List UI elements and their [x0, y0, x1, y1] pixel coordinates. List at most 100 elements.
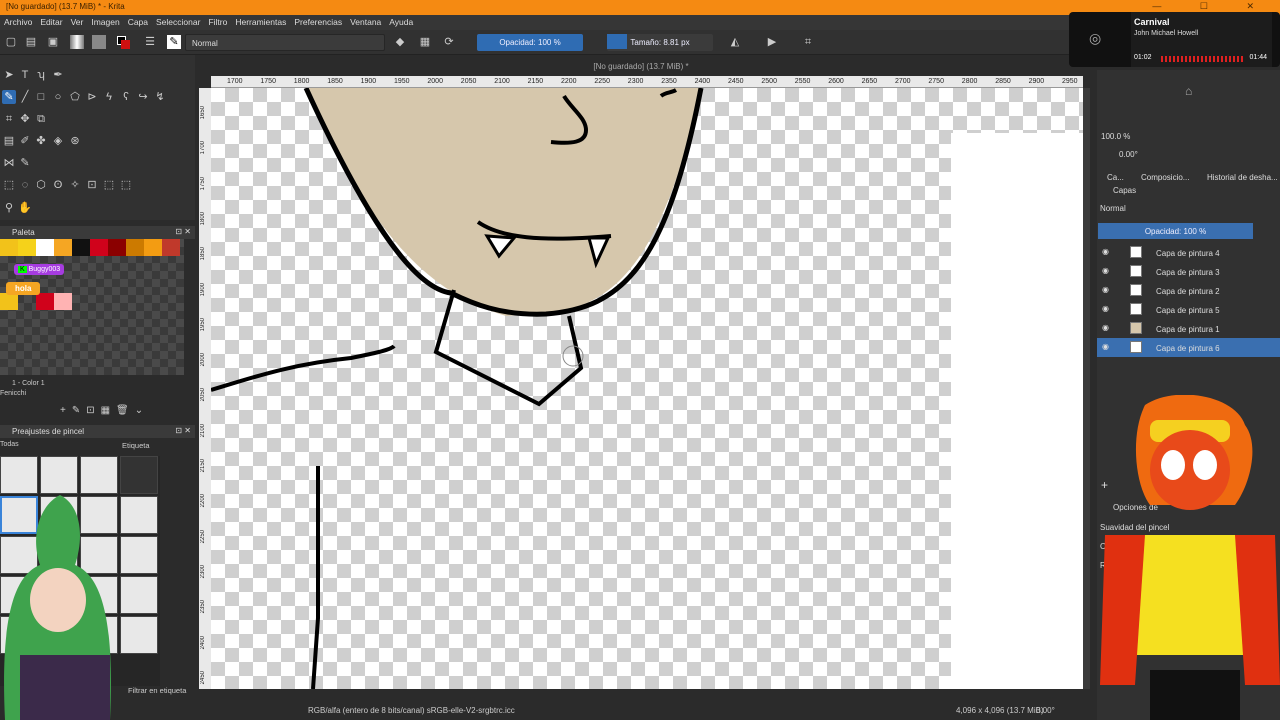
swatch-10[interactable] — [36, 293, 54, 310]
freehand-path-icon[interactable]: ʕ — [119, 90, 133, 104]
layer-row[interactable]: ◉ Capa de pintura 3 — [1097, 262, 1280, 281]
contiguous-select-icon[interactable]: ✧ — [68, 178, 82, 192]
calligraphy-icon[interactable]: ✒ — [51, 68, 65, 82]
vertical-scrollbar[interactable] — [1083, 88, 1090, 689]
menu-seleccionar[interactable]: Seleccionar — [152, 15, 204, 27]
document-tab[interactable]: [No guardado] (13.7 MiB) * — [196, 58, 1086, 76]
edit-shapes-icon[interactable]: ʮ — [34, 68, 48, 82]
menu-editar[interactable]: Editar — [36, 15, 66, 27]
zoom-value[interactable]: 100.0 % — [1101, 132, 1130, 141]
menu-herramientas[interactable]: Herramientas — [231, 15, 290, 27]
brush-preset[interactable] — [120, 456, 158, 494]
swatch-2[interactable] — [36, 239, 54, 256]
freehand-select-icon[interactable]: ʘ — [51, 178, 65, 192]
select-shapes-icon[interactable]: ➤ — [2, 68, 16, 82]
brush-preset[interactable] — [120, 576, 158, 614]
swatch-3[interactable] — [54, 239, 72, 256]
pan-tool-icon[interactable]: ✋ — [18, 201, 32, 215]
tag-filter-select[interactable]: Todas — [0, 441, 108, 452]
polygon-select-icon[interactable]: ⬡ — [34, 178, 48, 192]
menu-capa[interactable]: Capa — [124, 15, 152, 27]
eye-icon[interactable]: ◉ — [1102, 247, 1109, 256]
eye-icon[interactable]: ◉ — [1102, 285, 1109, 294]
brush-preset-icon[interactable]: ✎ — [167, 35, 181, 49]
swatch-12[interactable] — [0, 293, 18, 310]
zoom-tool-icon[interactable]: ⚲ — [2, 201, 16, 215]
blend-mode-select[interactable]: Normal — [185, 34, 385, 51]
wrap-around-icon[interactable]: ⌗ — [801, 35, 815, 49]
brush-preset[interactable] — [80, 456, 118, 494]
new-document-icon[interactable]: ▢ — [4, 35, 18, 49]
text-tool-icon[interactable]: T — [18, 68, 32, 82]
swatch-5[interactable] — [90, 239, 108, 256]
rotation-value[interactable]: 0.00° — [1119, 150, 1138, 159]
tag-button[interactable]: Etiqueta — [122, 441, 150, 450]
eye-icon[interactable]: ◉ — [1102, 266, 1109, 275]
close-icon[interactable]: ⊡ ✕ — [175, 227, 191, 236]
mirror-vertical-icon[interactable]: ▶ — [765, 35, 779, 49]
fill-tool-icon[interactable]: ◈ — [51, 134, 65, 148]
transform-tool-icon[interactable]: ⧉ — [34, 112, 48, 126]
save-icon[interactable]: ▣ — [46, 35, 60, 49]
mirror-horizontal-icon[interactable]: ◭ — [728, 35, 742, 49]
window-controls[interactable]: — ☐ ✕ — [1152, 1, 1272, 12]
enclose-fill-icon[interactable]: ⊛ — [68, 134, 82, 148]
opacity-slider[interactable]: Opacidad: 100 % — [477, 34, 583, 51]
eye-icon[interactable]: ◉ — [1102, 323, 1109, 332]
tab-layers[interactable]: Ca... — [1107, 173, 1124, 182]
assistant-tool-icon[interactable]: ⋈ — [2, 156, 16, 170]
layer-row[interactable]: ◉ Capa de pintura 1 — [1097, 319, 1280, 338]
ellipse-tool-icon[interactable]: ○ — [51, 90, 65, 104]
swatch-6[interactable] — [108, 239, 126, 256]
swatch-9[interactable] — [162, 239, 180, 256]
gradient-tool-icon[interactable]: ▤ — [2, 134, 16, 148]
layer-row[interactable]: ◉ Capa de pintura 2 — [1097, 281, 1280, 300]
brush-preset[interactable] — [40, 456, 78, 494]
swatch-1[interactable] — [18, 239, 36, 256]
brush-preset[interactable] — [120, 536, 158, 574]
magnetic-select-icon[interactable]: ⬚ — [119, 178, 133, 192]
swatch-7[interactable] — [126, 239, 144, 256]
palette-actions[interactable]: +✎⊡▦🗑⌄ — [60, 405, 190, 419]
freehand-brush-icon[interactable]: ✎ — [2, 90, 16, 104]
rectangle-tool-icon[interactable]: □ — [34, 90, 48, 104]
menu-preferencias[interactable]: Preferencias — [290, 15, 346, 27]
bezier-tool-icon[interactable]: ϟ — [102, 90, 116, 104]
layer-row-selected[interactable]: ◉ Capa de pintura 6 — [1097, 338, 1280, 357]
brush-settings-icon[interactable]: ☰ — [143, 35, 157, 49]
menu-ayuda[interactable]: Ayuda — [385, 15, 417, 27]
line-tool-icon[interactable]: ╱ — [18, 90, 32, 104]
multibrush-icon[interactable]: ↯ — [153, 90, 167, 104]
crop-tool-icon[interactable]: ⌗ — [2, 112, 16, 126]
dynamic-brush-icon[interactable]: ↪ — [136, 90, 150, 104]
open-icon[interactable]: ▤ — [24, 35, 38, 49]
brush-search[interactable]: Filtrar en etiqueta — [128, 686, 186, 695]
rect-select-icon[interactable]: ⬚ — [2, 178, 16, 192]
menu-ventana[interactable]: Ventana — [346, 15, 385, 27]
size-slider[interactable]: Tamaño: 8.81 px — [607, 34, 713, 51]
color-picker-icon[interactable]: ✐ — [18, 134, 32, 148]
brush-preset[interactable] — [0, 456, 38, 494]
tab-undo-history[interactable]: Historial de desha... — [1207, 173, 1278, 182]
swatch-4[interactable] — [72, 239, 90, 256]
eye-icon[interactable]: ◉ — [1102, 304, 1109, 313]
rotation-angle[interactable]: 0.00° — [1036, 706, 1055, 715]
brush-preset[interactable] — [120, 496, 158, 534]
fg-bg-color-icon[interactable] — [116, 35, 130, 49]
swatch-0[interactable] — [0, 239, 18, 256]
similar-select-icon[interactable]: ⊡ — [85, 178, 99, 192]
swatch-8[interactable] — [144, 239, 162, 256]
move-tool-icon[interactable]: ✥ — [18, 112, 32, 126]
menu-filtro[interactable]: Filtro — [204, 15, 231, 27]
swatch-11[interactable] — [54, 293, 72, 310]
menu-imagen[interactable]: Imagen — [87, 15, 123, 27]
reload-icon[interactable]: ⟳ — [442, 35, 456, 49]
layer-opacity-slider[interactable]: Opacidad: 100 % — [1098, 223, 1253, 239]
eye-icon[interactable]: ◉ — [1102, 342, 1109, 351]
polygon-tool-icon[interactable]: ⬠ — [68, 90, 82, 104]
menu-archivo[interactable]: Archivo — [0, 15, 36, 27]
eraser-icon[interactable]: ◆ — [393, 35, 407, 49]
tab-compositions[interactable]: Composicio... — [1141, 173, 1189, 182]
close-icon[interactable]: ⊡ ✕ — [175, 426, 191, 435]
reference-tool-icon[interactable]: ✎ — [18, 156, 32, 170]
